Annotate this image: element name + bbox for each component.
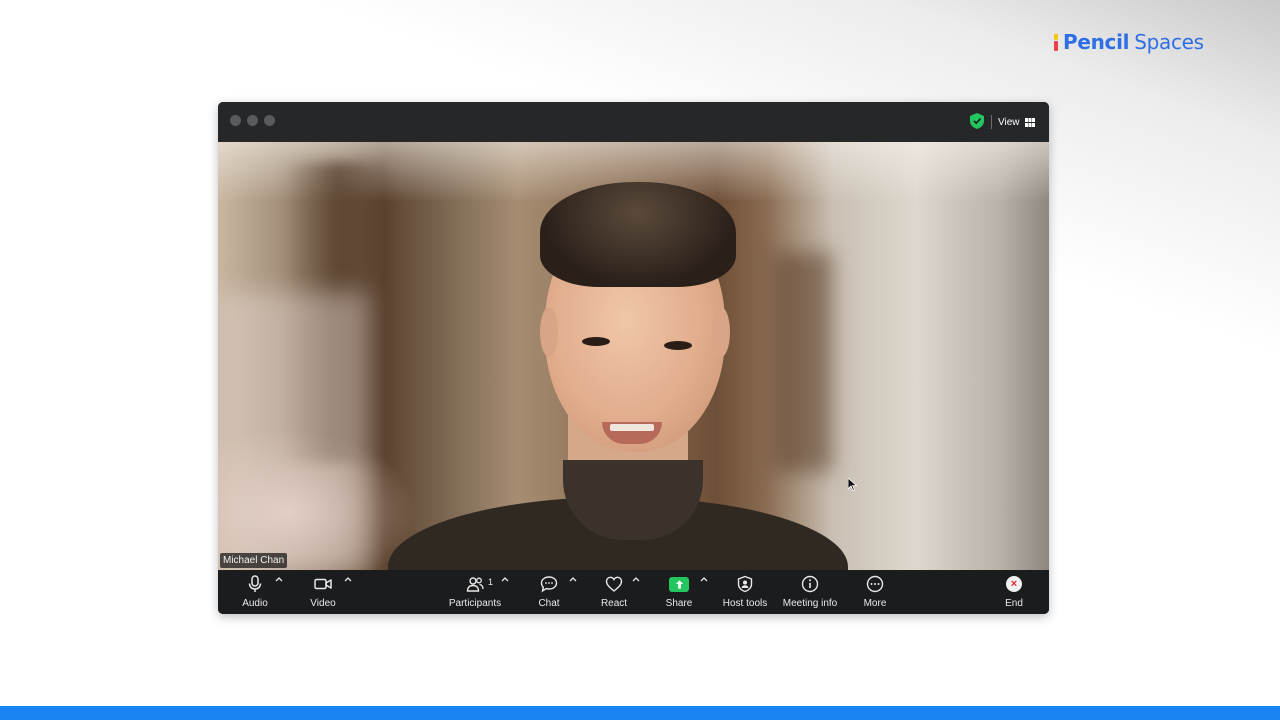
end-close-icon: × (1006, 576, 1022, 592)
chat-bubble-icon (540, 576, 558, 593)
share-screen-icon (669, 576, 689, 592)
share-options-chevron-up-icon[interactable] (700, 576, 708, 582)
audio-options-chevron-up-icon[interactable] (275, 576, 283, 582)
chat-label: Chat (538, 598, 560, 609)
chat-button[interactable]: Chat (535, 573, 563, 611)
view-label: View (998, 116, 1020, 128)
pencil-spaces-logo: Pencil Spaces (1054, 28, 1204, 56)
meeting-window: View Michael Chan Audio Video Participan… (218, 102, 1049, 614)
grid-view-icon (1024, 117, 1035, 127)
window-minimize-button[interactable] (247, 115, 258, 126)
brand-name-part1: Pencil (1063, 30, 1130, 54)
meeting-info-label: Meeting info (782, 598, 838, 609)
window-close-button[interactable] (230, 115, 241, 126)
participants-options-chevron-up-icon[interactable] (501, 576, 509, 582)
meeting-toolbar: Audio Video Participants 1 Chat React Sh… (218, 570, 1049, 614)
more-button[interactable]: More (861, 573, 889, 611)
more-options-icon (866, 575, 884, 593)
microphone-icon (248, 575, 262, 592)
mouse-cursor-icon (848, 478, 857, 491)
end-meeting-button[interactable]: × End (1000, 573, 1028, 611)
participants-label: Participants (448, 598, 502, 609)
audio-label: Audio (242, 598, 268, 609)
participants-button[interactable]: Participants (446, 573, 504, 611)
window-maximize-button[interactable] (264, 115, 275, 126)
security-shield-icon[interactable] (970, 113, 984, 129)
pencil-logo-icon (1054, 33, 1060, 51)
bottom-accent-bar (0, 706, 1280, 720)
titlebar-divider (991, 115, 992, 129)
audio-button[interactable]: Audio (240, 573, 270, 611)
brand-name-part2: Spaces (1134, 30, 1204, 54)
host-tools-button[interactable]: Host tools (721, 573, 769, 611)
video-button[interactable]: Video (308, 573, 338, 611)
heart-icon (605, 576, 623, 592)
more-label: More (863, 598, 887, 609)
chat-options-chevron-up-icon[interactable] (569, 576, 577, 582)
meeting-info-button[interactable]: Meeting info (781, 573, 839, 611)
video-camera-icon (314, 578, 332, 590)
host-tools-label: Host tools (722, 598, 768, 609)
view-button[interactable]: View (998, 112, 1035, 132)
react-options-chevron-up-icon[interactable] (632, 576, 640, 582)
participant-name-tag: Michael Chan (220, 553, 288, 568)
share-screen-button[interactable]: Share (664, 573, 694, 611)
participants-icon (466, 577, 484, 592)
video-options-chevron-up-icon[interactable] (344, 576, 352, 582)
share-label: Share (665, 598, 693, 609)
info-icon (801, 575, 819, 593)
end-label: End (1005, 598, 1023, 609)
video-label: Video (310, 598, 336, 609)
participants-count-badge: 1 (488, 577, 494, 587)
host-tools-shield-icon (737, 575, 753, 593)
window-titlebar: View (218, 102, 1049, 142)
react-button[interactable]: React (598, 573, 630, 611)
react-label: React (600, 598, 628, 609)
participant-video: Michael Chan (218, 142, 1049, 570)
